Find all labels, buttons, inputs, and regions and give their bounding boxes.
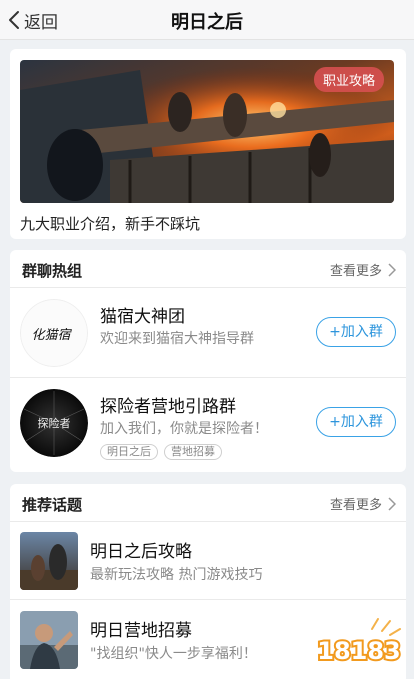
- group-tags: 明日之后 营地招募: [100, 444, 228, 460]
- list-item[interactable]: 化猫宿 猫宿大神团 欢迎来到猫宿大神指导群 +加入群: [10, 288, 406, 378]
- view-more-label: 查看更多: [329, 264, 382, 279]
- group-description: 欢迎来到猫宿大神指导群: [100, 331, 254, 347]
- page-title: 明日之后: [171, 12, 243, 33]
- banner-image[interactable]: 职业攻略: [20, 60, 394, 203]
- banner-card[interactable]: 职业攻略 九大职业介绍，新手不踩坑: [10, 49, 406, 239]
- group-description: 加入我们，你就是探险者！: [100, 421, 268, 437]
- section-title: 群聊热组: [22, 262, 83, 280]
- topic-name: 明日之后攻略: [90, 542, 192, 562]
- topic-name: 明日营地招募: [90, 621, 192, 641]
- banner-caption[interactable]: 九大职业介绍，新手不踩坑: [20, 213, 200, 234]
- chevron-right-icon: [388, 496, 396, 511]
- join-group-button[interactable]: +加入群: [316, 317, 396, 347]
- avatar: 探险者: [20, 389, 88, 457]
- join-group-button[interactable]: +加入群: [316, 407, 396, 437]
- group-name: 猫宿大神团: [100, 307, 185, 327]
- view-more-link[interactable]: 查看更多: [330, 260, 396, 279]
- group-name: 探险者营地引路群: [100, 397, 236, 417]
- group-chat-section: 群聊热组 查看更多 化猫宿 猫宿大神团 欢迎来到猫宿大神指导群 +加入群 探险者…: [10, 250, 406, 472]
- topic-thumbnail: [20, 532, 78, 590]
- view-more-link[interactable]: 查看更多: [330, 494, 396, 513]
- group-tag: 明日之后: [100, 444, 158, 460]
- section-title: 推荐话题: [22, 496, 83, 514]
- topic-description: 最新玩法攻略 热门游戏技巧: [90, 567, 263, 583]
- nav-bar: 返回 明日之后: [0, 0, 414, 40]
- list-item[interactable]: 明日之后攻略 最新玩法攻略 热门游戏技巧: [10, 522, 406, 600]
- topic-thumbnail: [20, 611, 78, 669]
- category-tag: 职业攻略: [313, 67, 384, 92]
- list-item[interactable]: 探险者 探险者营地引路群 加入我们，你就是探险者！ 明日之后 营地招募 +加入群: [10, 378, 406, 468]
- site-watermark-logo: 18183: [310, 617, 408, 671]
- avatar-text: 探险者: [38, 416, 71, 430]
- avatar-text: 化猫宿: [31, 328, 72, 343]
- avatar: 化猫宿: [20, 299, 88, 367]
- section-header: 群聊热组 查看更多: [10, 250, 406, 288]
- group-tag: 营地招募: [164, 444, 222, 460]
- chevron-right-icon: [388, 262, 396, 277]
- watermark-text: 18183: [317, 637, 401, 665]
- view-more-label: 查看更多: [329, 498, 382, 513]
- section-header: 推荐话题 查看更多: [10, 484, 406, 522]
- topic-description: "找组织"快人一步享福利！: [90, 646, 257, 662]
